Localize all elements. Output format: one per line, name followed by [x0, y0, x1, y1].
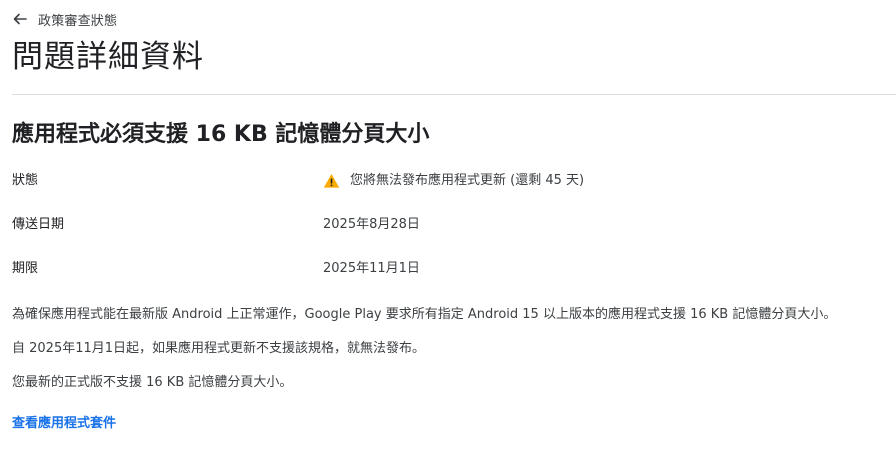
- deadline-label: 期限: [12, 261, 39, 276]
- page-title: 問題詳細資料: [12, 39, 204, 75]
- header-divider: [12, 94, 896, 95]
- latest-release-paragraph: 您最新的正式版不支援 16 KB 記憶體分頁大小。: [12, 375, 293, 390]
- deadline-value: 2025年11月1日: [323, 261, 420, 276]
- back-link[interactable]: 政策審查狀態: [12, 9, 117, 29]
- deadline-paragraph: 自 2025年11月1日起，如果應用程式更新不支援該規格，就無法發布。: [12, 341, 426, 356]
- status-label: 狀態: [12, 173, 39, 188]
- view-app-bundles-link[interactable]: 查看應用程式套件: [12, 414, 116, 434]
- arrow-back-icon[interactable]: [12, 11, 28, 27]
- issue-title: 應用程式必須支援 16 KB 記憶體分頁大小: [12, 122, 430, 147]
- sent-date-value: 2025年8月28日: [323, 217, 420, 232]
- back-link-label[interactable]: 政策審查狀態: [38, 10, 117, 29]
- status-text: 您將無法發布應用程式更新 (還剩 45 天): [350, 173, 585, 188]
- description-paragraph: 為確保應用程式能在最新版 Android 上正常運作，Google Play 要…: [12, 307, 837, 322]
- sent-date-label: 傳送日期: [12, 217, 65, 232]
- warning-icon: [323, 173, 340, 189]
- status-value: 您將無法發布應用程式更新 (還剩 45 天): [323, 171, 584, 191]
